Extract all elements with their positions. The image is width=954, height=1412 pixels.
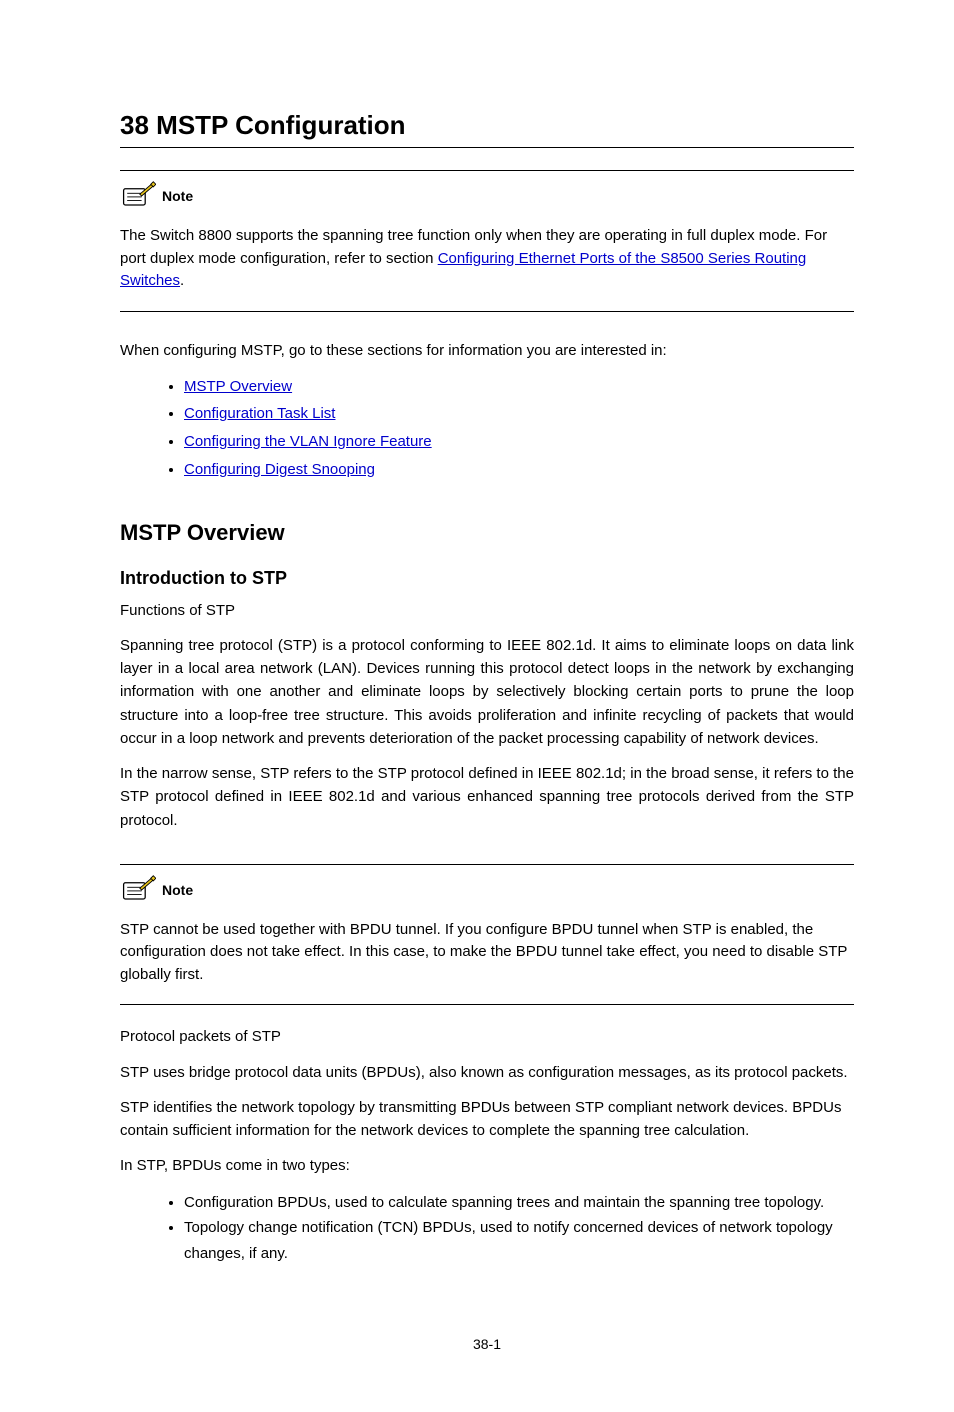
note-icon xyxy=(120,181,156,211)
protocol-p2: STP identifies the network topology by t… xyxy=(120,1096,854,1143)
note-body-1: The Switch 8800 supports the spanning tr… xyxy=(120,225,854,293)
toc-link-config-task-list[interactable]: Configuration Task List xyxy=(184,405,335,422)
toc-list: MSTP Overview Configuration Task List Co… xyxy=(120,373,854,484)
protocol-p1: STP uses bridge protocol data units (BPD… xyxy=(120,1061,854,1084)
note-block-1: Note The Switch 8800 supports the spanni… xyxy=(120,171,854,311)
toc-intro: When configuring MSTP, go to these secti… xyxy=(120,342,854,359)
stp-desc-1: Spanning tree protocol (STP) is a protoc… xyxy=(120,634,854,750)
chapter-title-text: MSTP Configuration xyxy=(156,110,405,140)
sub-title-intro-stp: Introduction to STP xyxy=(120,568,854,589)
section-title-mstp-overview: MSTP Overview xyxy=(120,520,854,546)
toc-link-digest-snooping[interactable]: Configuring Digest Snooping xyxy=(184,461,375,478)
list-item: Topology change notification (TCN) BPDUs… xyxy=(184,1215,854,1266)
bpdu-types-list: Configuration BPDUs, used to calculate s… xyxy=(120,1190,854,1267)
chapter-number: 38 xyxy=(120,110,149,140)
protocol-heading: Protocol packets of STP xyxy=(120,1025,854,1048)
protocol-p3: In STP, BPDUs come in two types: xyxy=(120,1154,854,1177)
note-icon xyxy=(120,875,156,905)
chapter-title: 38 MSTP Configuration xyxy=(120,110,854,148)
divider xyxy=(120,311,854,312)
note-label: Note xyxy=(162,882,193,898)
funcs-heading: Functions of STP xyxy=(120,599,854,622)
toc-link-vlan-ignore[interactable]: Configuring the VLAN Ignore Feature xyxy=(184,433,432,450)
toc-link-mstp-overview[interactable]: MSTP Overview xyxy=(184,378,292,395)
list-item: Configuration BPDUs, used to calculate s… xyxy=(184,1190,854,1216)
note-label: Note xyxy=(162,188,193,204)
stp-desc-2: In the narrow sense, STP refers to the S… xyxy=(120,762,854,832)
note-body-2: STP cannot be used together with BPDU tu… xyxy=(120,919,854,987)
note-block-2: Note STP cannot be used together with BP… xyxy=(120,865,854,1005)
note1-text-b: . xyxy=(180,272,184,289)
